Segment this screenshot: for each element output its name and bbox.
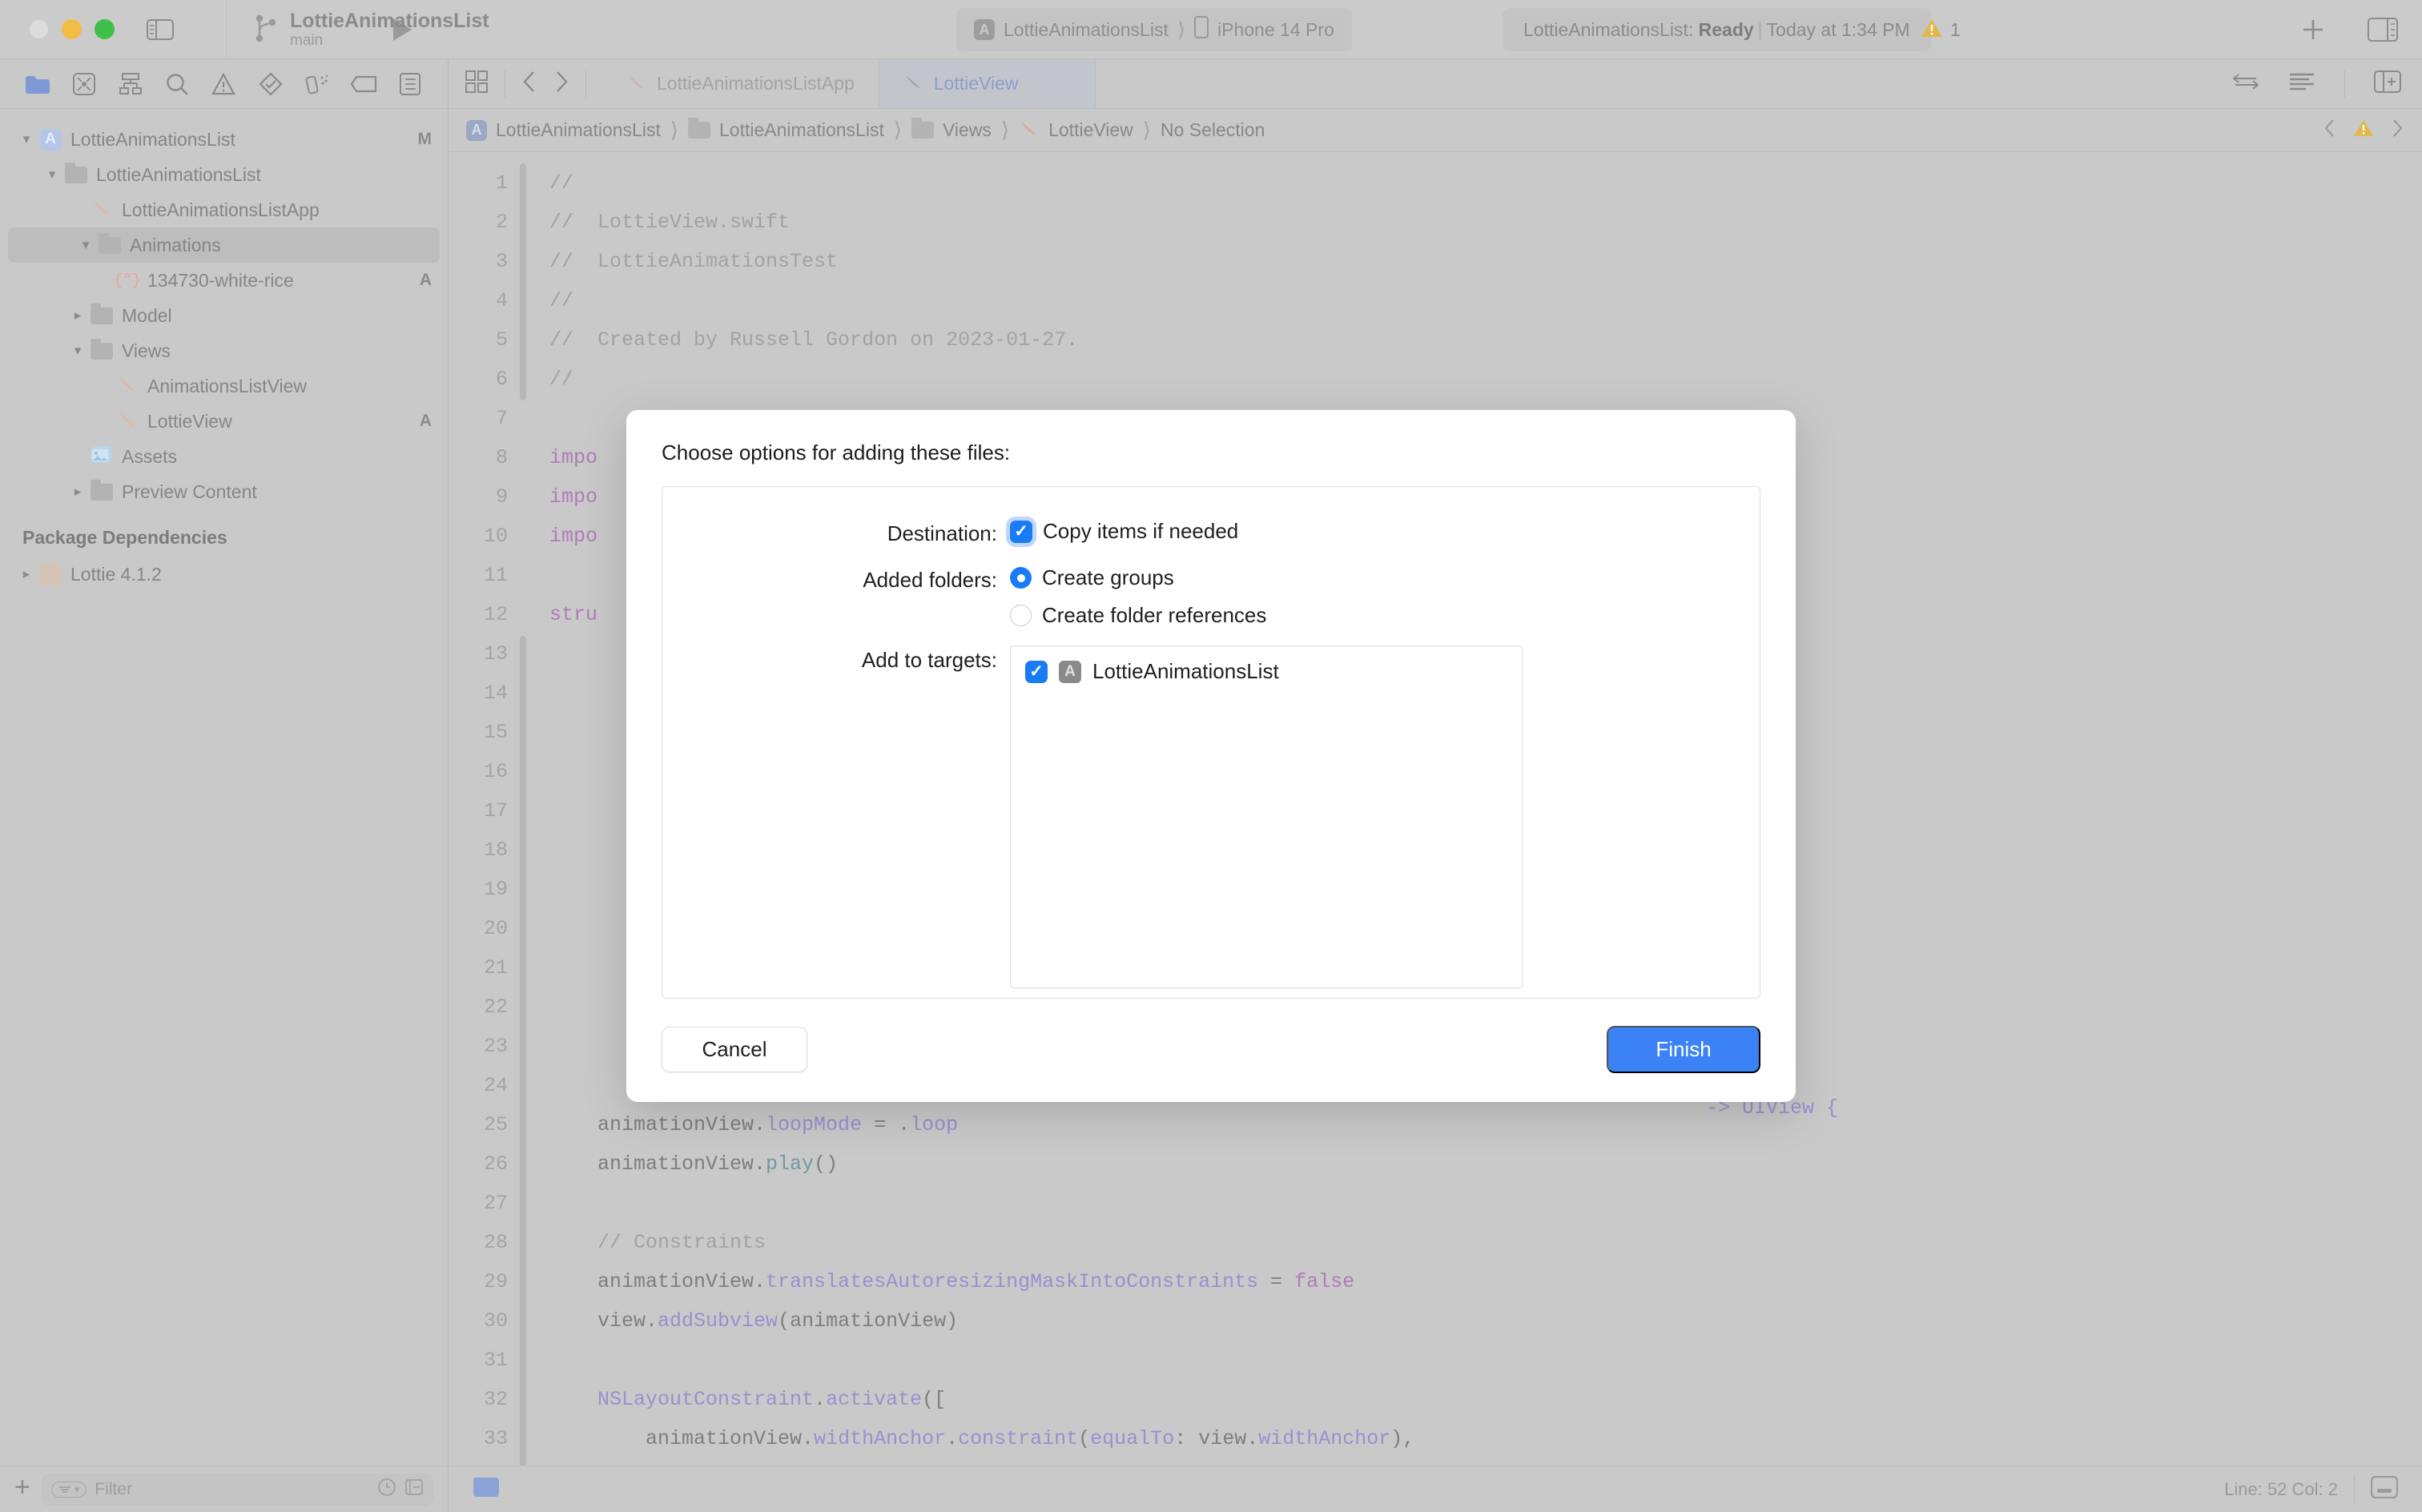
cancel-button[interactable]: Cancel [662, 1027, 807, 1072]
copy-items-label: Copy items if needed [1043, 519, 1239, 543]
create-folder-references-radio[interactable] [1010, 605, 1032, 626]
add-to-targets-row: Add to targets: ✓ A LottieAnimationsList [662, 645, 1760, 988]
add-to-targets-label: Add to targets: [861, 648, 997, 672]
dialog-buttons: Cancel Finish [662, 1026, 1760, 1073]
target-label: LottieAnimationsList [1092, 659, 1279, 683]
dialog-title: Choose options for adding these files: [662, 440, 1011, 464]
create-folder-references-radio-row[interactable]: Create folder references [1010, 603, 1266, 628]
target-checkbox[interactable]: ✓ [1025, 660, 1048, 683]
add-files-options-dialog: Choose options for adding these files: D… [626, 410, 1796, 1102]
create-groups-radio[interactable] [1010, 567, 1032, 589]
xcode-window: LottieAnimationsList main A LottieAnimat… [0, 0, 2422, 1512]
app-project-icon: A [1059, 660, 1081, 683]
destination-row: Destination: ✓ Copy items if needed [662, 519, 1760, 548]
dialog-options-box: Destination: ✓ Copy items if needed Adde… [662, 486, 1760, 999]
target-list-item[interactable]: ✓ A LottieAnimationsList [1025, 659, 1507, 684]
create-folder-references-label: Create folder references [1042, 603, 1267, 627]
copy-items-checkbox-row[interactable]: ✓ Copy items if needed [1010, 519, 1238, 544]
create-groups-label: Create groups [1042, 565, 1174, 589]
create-groups-radio-row[interactable]: Create groups [1010, 565, 1266, 590]
added-folders-row: Added folders: Create groups Create fold… [662, 565, 1760, 628]
targets-list[interactable]: ✓ A LottieAnimationsList [1010, 645, 1523, 988]
copy-items-checkbox[interactable]: ✓ [1010, 520, 1032, 543]
destination-label: Destination: [887, 521, 997, 545]
added-folders-label: Added folders: [863, 568, 997, 592]
finish-button[interactable]: Finish [1607, 1026, 1760, 1073]
